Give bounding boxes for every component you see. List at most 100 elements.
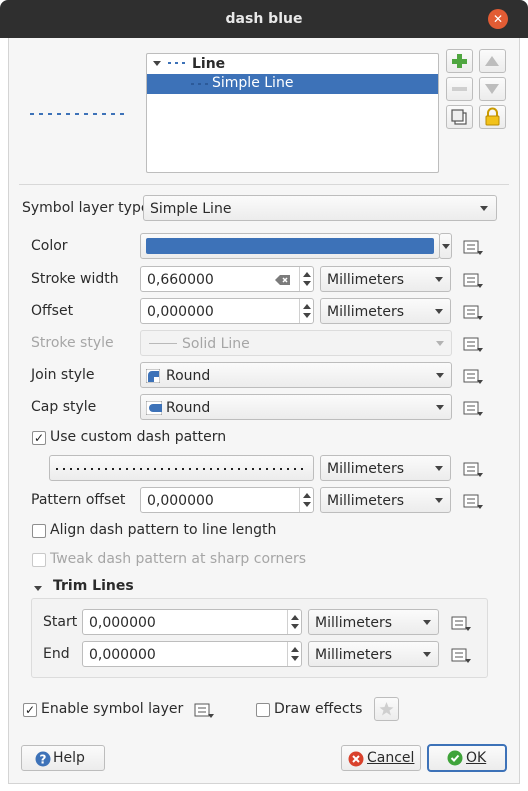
lock-layer-button[interactable] bbox=[479, 105, 506, 129]
data-defined-override-icon[interactable] bbox=[462, 460, 484, 478]
trim-end-unit-value: Millimeters bbox=[315, 647, 393, 663]
plus-icon bbox=[452, 54, 467, 68]
chevron-down-icon bbox=[423, 652, 431, 657]
spin-arrows[interactable] bbox=[299, 488, 313, 512]
spin-arrows[interactable] bbox=[287, 610, 301, 634]
simple-line-icon bbox=[191, 83, 209, 85]
chevron-down-icon bbox=[435, 498, 443, 503]
chevron-down-icon bbox=[435, 309, 443, 314]
duplicate-icon bbox=[451, 109, 467, 125]
duplicate-layer-button[interactable] bbox=[446, 105, 473, 129]
pattern-offset-label: Pattern offset bbox=[31, 492, 126, 508]
cancel-button[interactable]: Cancel bbox=[341, 745, 421, 771]
color-button[interactable] bbox=[140, 233, 440, 259]
color-label: Color bbox=[31, 238, 68, 254]
trim-end-value: 0,000000 bbox=[89, 647, 156, 663]
align-dash-checkbox[interactable] bbox=[32, 524, 46, 538]
dash-pattern-button[interactable] bbox=[49, 455, 314, 481]
trim-start-unit-combo[interactable]: Millimeters bbox=[308, 609, 439, 635]
separator bbox=[19, 184, 509, 185]
data-defined-override-icon[interactable] bbox=[462, 367, 484, 385]
data-defined-override-icon[interactable] bbox=[462, 335, 484, 353]
symbol-preview bbox=[30, 113, 126, 115]
offset-label: Offset bbox=[31, 303, 74, 319]
lock-icon bbox=[485, 107, 500, 126]
help-button[interactable]: ? Help bbox=[21, 745, 105, 771]
pattern-offset-unit-combo[interactable]: Millimeters bbox=[320, 487, 451, 513]
chevron-down-icon bbox=[423, 620, 431, 625]
draw-effects-checkbox[interactable] bbox=[256, 703, 270, 717]
add-layer-button[interactable] bbox=[446, 49, 473, 73]
clear-icon[interactable] bbox=[275, 274, 291, 286]
enable-layer-label: Enable symbol layer bbox=[41, 701, 184, 717]
chevron-down-icon bbox=[435, 277, 443, 282]
tree-child-label[interactable]: Simple Line bbox=[212, 75, 293, 91]
trim-lines-title[interactable]: Trim Lines bbox=[53, 578, 134, 594]
trim-end-spinbox[interactable]: 0,000000 bbox=[82, 641, 302, 667]
spin-arrows[interactable] bbox=[287, 642, 301, 666]
data-defined-override-icon[interactable] bbox=[450, 646, 472, 664]
offset-spinbox[interactable]: 0,000000 bbox=[140, 298, 314, 324]
trim-start-spinbox[interactable]: 0,000000 bbox=[82, 609, 302, 635]
symbol-layer-type-combo[interactable]: Simple Line bbox=[143, 195, 497, 221]
ok-label: OK bbox=[466, 750, 487, 766]
spin-arrows[interactable] bbox=[299, 267, 313, 291]
chevron-down-icon bbox=[435, 466, 443, 471]
stroke-width-unit-value: Millimeters bbox=[327, 272, 405, 288]
move-down-button[interactable] bbox=[479, 77, 506, 101]
color-swatch bbox=[146, 238, 434, 254]
data-defined-override-icon[interactable] bbox=[193, 701, 215, 719]
svg-text:?: ? bbox=[40, 753, 47, 767]
trim-collapse-icon[interactable] bbox=[34, 584, 44, 592]
data-defined-override-icon[interactable] bbox=[462, 399, 484, 417]
tweak-dash-checkbox[interactable] bbox=[32, 553, 46, 567]
move-up-button[interactable] bbox=[479, 49, 506, 73]
chevron-down-icon bbox=[436, 341, 444, 346]
join-style-label: Join style bbox=[31, 367, 95, 383]
stroke-width-spinbox[interactable]: 0,660000 bbox=[140, 266, 314, 292]
enable-layer-checkbox[interactable]: ✓ bbox=[23, 703, 37, 717]
draw-effects-label: Draw effects bbox=[274, 701, 363, 717]
tree-root-label[interactable]: Line bbox=[192, 56, 225, 72]
minus-icon bbox=[452, 87, 467, 91]
close-icon[interactable]: ✕ bbox=[488, 9, 508, 29]
align-dash-label: Align dash pattern to line length bbox=[50, 522, 277, 538]
custom-dash-checkbox[interactable]: ✓ bbox=[32, 431, 46, 445]
cap-style-combo[interactable]: Round bbox=[140, 394, 452, 420]
pattern-offset-spinbox[interactable]: 0,000000 bbox=[140, 487, 314, 513]
symbol-layer-type-label: Symbol layer type bbox=[22, 200, 150, 216]
star-icon bbox=[379, 702, 394, 716]
ok-button[interactable]: OK bbox=[427, 744, 507, 772]
arrow-down-icon bbox=[485, 84, 499, 94]
stroke-width-unit-combo[interactable]: Millimeters bbox=[320, 266, 451, 292]
chevron-down-icon bbox=[480, 206, 488, 211]
dash-pattern-unit-combo[interactable]: Millimeters bbox=[320, 455, 451, 481]
offset-value: 0,000000 bbox=[147, 304, 214, 320]
spin-arrows[interactable] bbox=[299, 299, 313, 323]
data-defined-override-icon[interactable] bbox=[450, 614, 472, 632]
pattern-offset-unit-value: Millimeters bbox=[327, 493, 405, 509]
solid-line-icon bbox=[149, 343, 177, 344]
effects-settings-button[interactable] bbox=[374, 697, 399, 721]
help-label: Help bbox=[53, 750, 85, 766]
pattern-offset-value: 0,000000 bbox=[147, 493, 214, 509]
ok-icon bbox=[447, 750, 463, 766]
stroke-style-combo[interactable]: Solid Line bbox=[140, 330, 452, 356]
symbol-layer-type-value: Simple Line bbox=[150, 201, 232, 217]
trim-end-label: End bbox=[43, 646, 70, 662]
offset-unit-combo[interactable]: Millimeters bbox=[320, 298, 451, 324]
data-defined-override-icon[interactable] bbox=[462, 271, 484, 289]
tree-expand-icon[interactable] bbox=[153, 58, 163, 68]
data-defined-override-icon[interactable] bbox=[462, 303, 484, 321]
line-symbol-icon bbox=[168, 62, 186, 64]
trim-start-unit-value: Millimeters bbox=[315, 615, 393, 631]
data-defined-override-icon[interactable] bbox=[462, 238, 484, 256]
trim-end-unit-combo[interactable]: Millimeters bbox=[308, 641, 439, 667]
join-style-combo[interactable]: Round bbox=[140, 362, 452, 388]
data-defined-override-icon[interactable] bbox=[462, 492, 484, 510]
remove-layer-button[interactable] bbox=[446, 77, 473, 101]
cancel-label: Cancel bbox=[367, 750, 415, 766]
cancel-icon bbox=[348, 751, 364, 767]
color-menu-button[interactable] bbox=[439, 233, 452, 259]
symbol-layer-tree[interactable] bbox=[146, 53, 439, 173]
